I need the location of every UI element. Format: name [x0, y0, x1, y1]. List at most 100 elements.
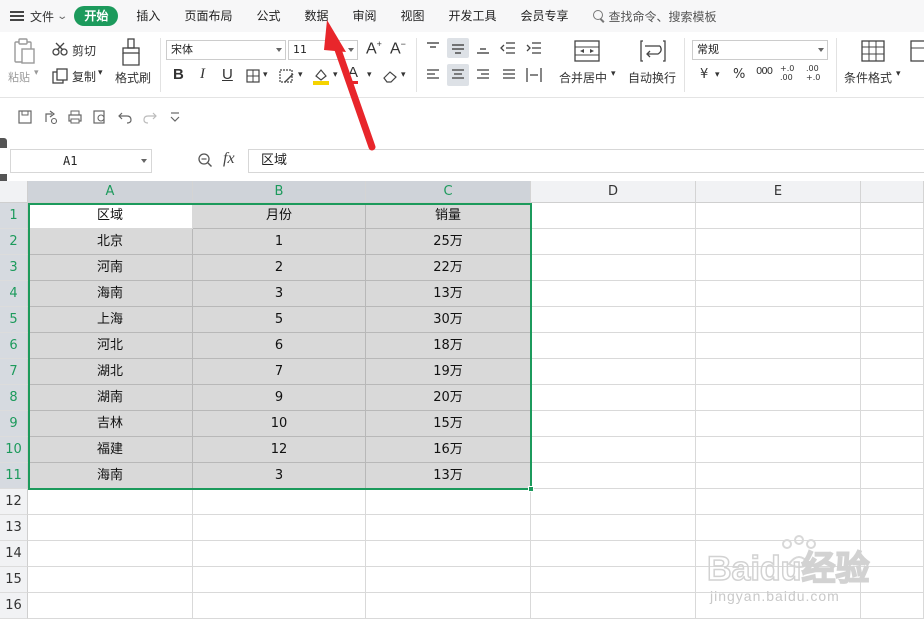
- cell-style-icon[interactable]: [279, 69, 295, 83]
- fill-handle[interactable]: [528, 486, 534, 492]
- row-header[interactable]: 13: [0, 515, 28, 541]
- tab-view[interactable]: 视图: [389, 0, 437, 32]
- cell[interactable]: [531, 255, 696, 281]
- paste-icon[interactable]: [12, 38, 36, 64]
- paste-label[interactable]: 粘贴: [8, 69, 30, 85]
- decrease-decimal-button[interactable]: .00 +.0: [806, 64, 826, 82]
- cell[interactable]: [861, 437, 924, 463]
- eraser-icon[interactable]: [382, 69, 398, 83]
- number-format-select[interactable]: 常规: [692, 40, 828, 60]
- cell[interactable]: [696, 359, 861, 385]
- cell[interactable]: 19万: [366, 359, 531, 385]
- column-header-c[interactable]: C: [366, 181, 531, 203]
- row-header[interactable]: 6: [0, 333, 28, 359]
- cell[interactable]: [28, 541, 193, 567]
- cell[interactable]: [696, 489, 861, 515]
- tab-review[interactable]: 审阅: [340, 0, 388, 32]
- row-header[interactable]: 9: [0, 411, 28, 437]
- align-right-icon[interactable]: [476, 69, 490, 81]
- cell[interactable]: 福建: [28, 437, 193, 463]
- cell[interactable]: [696, 411, 861, 437]
- row-header[interactable]: 3: [0, 255, 28, 281]
- cell[interactable]: [696, 307, 861, 333]
- column-header-a[interactable]: A: [28, 181, 193, 203]
- cell[interactable]: 12: [193, 437, 366, 463]
- cell[interactable]: 海南: [28, 463, 193, 489]
- borders-icon[interactable]: [246, 69, 260, 83]
- column-header-d[interactable]: D: [531, 181, 696, 203]
- cell[interactable]: 25万: [366, 229, 531, 255]
- cell[interactable]: [366, 567, 531, 593]
- cell[interactable]: 22万: [366, 255, 531, 281]
- tab-insert[interactable]: 插入: [124, 0, 172, 32]
- cell[interactable]: 7: [193, 359, 366, 385]
- formula-input[interactable]: 区域: [248, 149, 924, 173]
- cell[interactable]: 15万: [366, 411, 531, 437]
- cell[interactable]: 区域: [28, 203, 193, 229]
- column-header-next[interactable]: [861, 181, 924, 203]
- cell[interactable]: [531, 541, 696, 567]
- save-icon[interactable]: [18, 110, 32, 124]
- tab-page-layout[interactable]: 页面布局: [172, 0, 244, 32]
- merge-center-button[interactable]: 合并居中: [559, 69, 607, 86]
- format-painter-button[interactable]: 格式刷: [115, 69, 151, 86]
- borders-dropdown-icon[interactable]: ▾: [263, 70, 268, 80]
- cell[interactable]: [28, 515, 193, 541]
- cell[interactable]: [861, 203, 924, 229]
- align-left-icon[interactable]: [426, 69, 440, 81]
- fill-color-dropdown-icon[interactable]: ▾: [333, 70, 338, 80]
- cell[interactable]: [861, 307, 924, 333]
- cell[interactable]: [696, 437, 861, 463]
- cell[interactable]: [531, 437, 696, 463]
- format-painter-icon[interactable]: [120, 38, 142, 66]
- align-top-icon[interactable]: [426, 42, 440, 54]
- wrap-text-button[interactable]: 自动换行: [628, 69, 676, 86]
- cell[interactable]: [531, 385, 696, 411]
- conditional-format-button[interactable]: 条件格式: [844, 69, 892, 86]
- cell[interactable]: [861, 359, 924, 385]
- align-bottom-icon[interactable]: [476, 42, 490, 54]
- cell[interactable]: [531, 229, 696, 255]
- cell[interactable]: [531, 203, 696, 229]
- column-header-e[interactable]: E: [696, 181, 861, 203]
- row-header[interactable]: 5: [0, 307, 28, 333]
- cell[interactable]: [531, 307, 696, 333]
- hamburger-menu-icon[interactable]: [10, 11, 24, 21]
- copy-icon[interactable]: [52, 68, 68, 84]
- increase-font-icon[interactable]: A+: [366, 39, 382, 58]
- cell[interactable]: [531, 515, 696, 541]
- cell[interactable]: 20万: [366, 385, 531, 411]
- italic-button[interactable]: I: [200, 66, 205, 83]
- cell[interactable]: 上海: [28, 307, 193, 333]
- cell[interactable]: 5: [193, 307, 366, 333]
- row-header[interactable]: 15: [0, 567, 28, 593]
- row-header[interactable]: 16: [0, 593, 28, 619]
- cell[interactable]: [861, 333, 924, 359]
- cell[interactable]: 13万: [366, 281, 531, 307]
- align-center-button[interactable]: [447, 64, 469, 86]
- cell[interactable]: 3: [193, 281, 366, 307]
- row-header[interactable]: 1: [0, 203, 28, 229]
- tab-home[interactable]: 开始: [74, 6, 119, 26]
- cell[interactable]: [366, 593, 531, 619]
- undo-icon[interactable]: [118, 110, 132, 124]
- paste-dropdown-icon[interactable]: ▾: [34, 68, 39, 78]
- cell[interactable]: 18万: [366, 333, 531, 359]
- row-header[interactable]: 7: [0, 359, 28, 385]
- cell[interactable]: 吉林: [28, 411, 193, 437]
- cell[interactable]: 湖北: [28, 359, 193, 385]
- cell[interactable]: [366, 541, 531, 567]
- cell[interactable]: [861, 489, 924, 515]
- increase-decimal-button[interactable]: +.0 .00: [780, 64, 800, 82]
- cell[interactable]: [696, 281, 861, 307]
- cell[interactable]: [28, 489, 193, 515]
- cell[interactable]: 2: [193, 255, 366, 281]
- cell[interactable]: [531, 359, 696, 385]
- font-name-select[interactable]: 宋体: [166, 40, 286, 60]
- customize-toolbar-icon[interactable]: [169, 110, 183, 124]
- cell-styles-icon[interactable]: [910, 40, 924, 62]
- row-header[interactable]: 2: [0, 229, 28, 255]
- cell[interactable]: [193, 593, 366, 619]
- cell[interactable]: 30万: [366, 307, 531, 333]
- copy-button[interactable]: 复制: [72, 68, 96, 85]
